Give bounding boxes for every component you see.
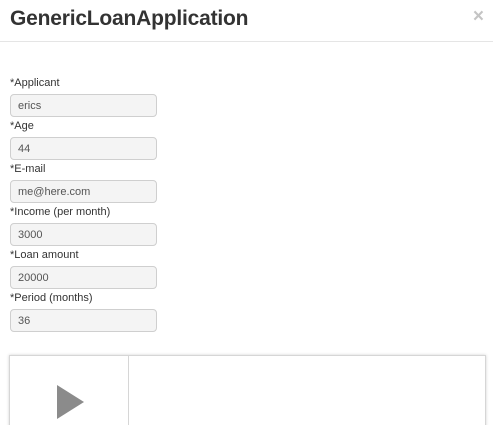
email-field-group: *E-mail (10, 163, 157, 206)
loan-amount-input[interactable] (10, 266, 157, 289)
loan-amount-label: *Loan amount (10, 249, 79, 261)
email-label: *E-mail (10, 163, 46, 175)
period-input[interactable] (10, 309, 157, 332)
applicant-label: *Applicant (10, 77, 60, 89)
player-content-pane (129, 356, 485, 425)
income-input[interactable] (10, 223, 157, 246)
period-field-group: *Period (months) (10, 292, 157, 335)
dialog-title: GenericLoanApplication (10, 7, 249, 30)
dialog-header: GenericLoanApplication × (0, 0, 493, 42)
play-pane (10, 356, 129, 425)
income-label: *Income (per month) (10, 206, 111, 218)
play-icon[interactable] (57, 385, 84, 419)
age-field-group: *Age (10, 120, 157, 163)
loan-amount-field-group: *Loan amount (10, 249, 157, 292)
income-field-group: *Income (per month) (10, 206, 157, 249)
applicant-input[interactable] (10, 94, 157, 117)
applicant-field-group: *Applicant (10, 77, 157, 120)
period-label: *Period (months) (10, 292, 93, 304)
loan-form: *Applicant *Age *E-mail *Income (per mon… (10, 77, 157, 335)
loan-application-dialog: GenericLoanApplication × *Applicant *Age… (0, 0, 493, 425)
email-input[interactable] (10, 180, 157, 203)
age-label: *Age (10, 120, 34, 132)
close-icon[interactable]: × (473, 7, 484, 27)
process-player-panel (9, 355, 486, 425)
age-input[interactable] (10, 137, 157, 160)
